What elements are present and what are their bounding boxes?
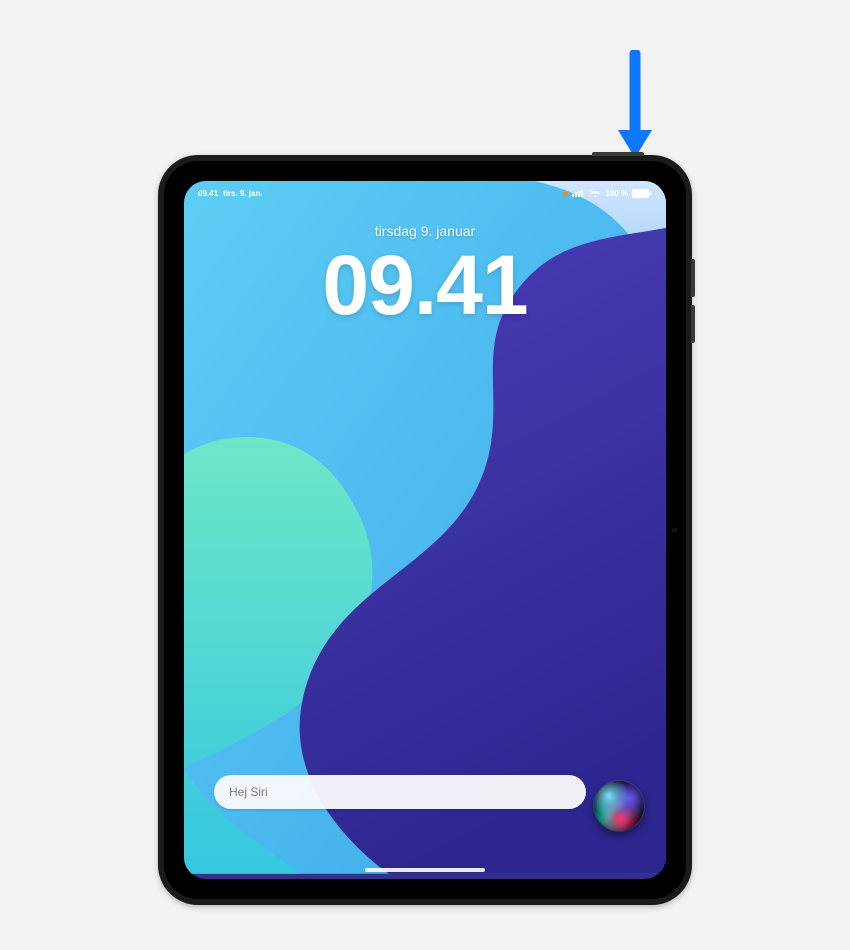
ipad-device-frame: 09.41 tirs. 9. jan. 100 % — [158, 155, 692, 905]
device-bezel: 09.41 tirs. 9. jan. 100 % — [164, 161, 686, 899]
top-button[interactable] — [592, 152, 644, 156]
lock-screen[interactable]: 09.41 tirs. 9. jan. 100 % — [184, 181, 666, 879]
status-date-short: tirs. 9. jan. — [223, 189, 263, 198]
status-left: 09.41 tirs. 9. jan. — [198, 189, 263, 198]
siri-orb-icon[interactable] — [594, 781, 644, 831]
siri-text-input[interactable]: Hej Siri — [214, 775, 586, 809]
battery-full-icon — [632, 189, 652, 198]
home-indicator[interactable] — [365, 868, 485, 872]
arrow-down-blue-icon — [615, 50, 655, 160]
front-camera — [672, 528, 677, 533]
status-time: 09.41 — [198, 189, 218, 198]
cellular-bars-icon — [572, 189, 585, 197]
mic-use-indicator-icon — [563, 191, 568, 196]
siri-placeholder: Hej Siri — [229, 785, 268, 799]
volume-up-button[interactable] — [691, 259, 695, 297]
status-bar: 09.41 tirs. 9. jan. 100 % — [184, 181, 666, 201]
wifi-icon — [589, 189, 601, 198]
status-right: 100 % — [563, 189, 652, 198]
battery-percent: 100 % — [605, 189, 628, 198]
lock-screen-clock: 09.41 — [184, 237, 666, 334]
volume-down-button[interactable] — [691, 305, 695, 343]
